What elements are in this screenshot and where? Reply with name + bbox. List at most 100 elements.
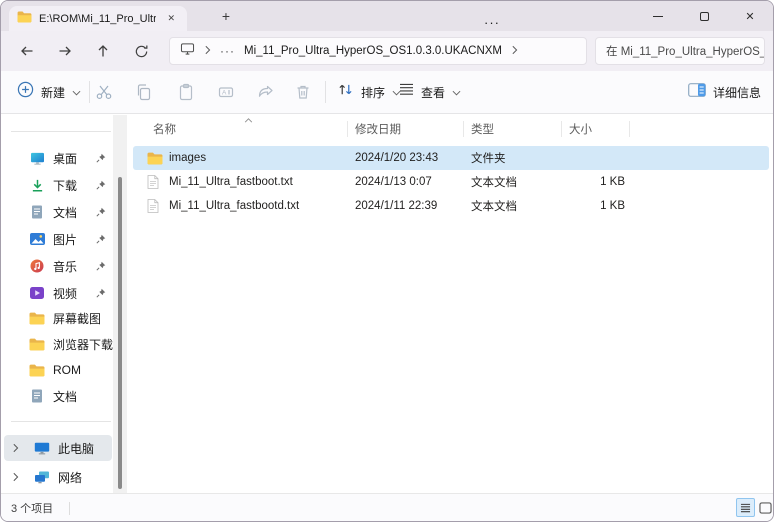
status-bar: 3 个项目 [1,493,773,522]
maximize-icon [700,12,709,21]
pin-icon [96,180,106,190]
file-type: 文件夹 [471,146,506,170]
chevron-right-icon[interactable] [12,472,26,482]
folder-icon [17,10,32,28]
file-type: 文本文档 [471,170,517,194]
view-label: 查看 [421,84,445,101]
chevron-right-icon[interactable] [511,42,518,60]
chevron-right-icon[interactable] [12,443,26,453]
network-icon [34,471,50,484]
chevron-down-icon [452,83,461,101]
sidebar-item-desktop[interactable]: 桌面 [4,145,112,171]
document-icon [29,205,45,219]
new-button[interactable]: 新建 [17,71,81,113]
file-name: Mi_11_Ultra_fastbootd.txt [169,194,299,218]
explorer-tab[interactable]: E:\ROM\Mi_11_Pro_Ultra_Hype ✕ [9,6,187,31]
plus-circle-icon [17,81,34,103]
details-view-icon [740,503,751,513]
thumbnail-view-toggle[interactable] [756,498,774,517]
details-view-toggle[interactable] [736,498,755,517]
file-row-fastboot-txt[interactable]: Mi_11_Ultra_fastboot.txt 2024/1/13 0:07 … [133,170,769,194]
details-label: 详细信息 [713,84,761,101]
column-divider[interactable] [463,121,464,137]
sidebar-divider [11,421,111,422]
paste-button[interactable] [171,77,201,107]
sidebar-scrollbar[interactable] [113,115,127,493]
details-pane-icon [688,83,706,102]
maximize-button[interactable] [681,1,727,31]
chevron-right-icon[interactable] [204,42,211,60]
folder-icon [147,146,163,170]
sidebar-item-network[interactable]: 网络 [4,464,112,490]
column-header-type[interactable]: 类型 [471,117,494,141]
sidebar-item-videos[interactable]: 视频 [4,280,112,306]
file-size: 1 KB [553,194,625,218]
back-button[interactable] [13,37,41,65]
copy-button[interactable] [129,77,159,107]
folder-icon [29,364,45,377]
rename-button[interactable]: A [211,77,241,107]
details-pane-toggle[interactable]: 详细信息 [688,71,761,113]
refresh-button[interactable] [127,37,155,65]
sidebar-item-rom[interactable]: ROM [4,357,112,383]
pin-icon [96,234,106,244]
forward-icon [57,43,73,59]
column-header-date[interactable]: 修改日期 [355,117,401,141]
share-icon [257,83,275,101]
view-button[interactable]: 查看 [399,71,461,113]
file-row-images[interactable]: images 2024/1/20 23:43 文件夹 [133,146,769,170]
pin-icon [96,207,106,217]
file-size [553,146,625,170]
file-date: 2024/1/11 22:39 [355,194,437,218]
file-date: 2024/1/20 23:43 [355,146,438,170]
item-count: 3 个项目 [11,494,53,522]
column-header-name[interactable]: 名称 [153,117,176,141]
file-name: Mi_11_Ultra_fastboot.txt [169,170,293,194]
up-icon [95,43,111,59]
cut-icon [95,83,113,101]
close-icon: ✕ [745,10,754,23]
copy-icon [135,83,153,101]
share-button[interactable] [251,77,281,107]
column-divider[interactable] [561,121,562,137]
cut-button[interactable] [89,77,119,107]
sidebar-item-music[interactable]: 音乐 [4,253,112,279]
sidebar-item-documents-2[interactable]: 文档 [4,383,112,409]
sidebar-item-pictures[interactable]: 图片 [4,226,112,252]
column-divider[interactable] [629,121,630,137]
file-name: images [169,146,206,170]
up-button[interactable] [89,37,117,65]
search-input[interactable] [596,38,765,64]
sidebar-item-this-pc[interactable]: 此电脑 [4,435,112,461]
sidebar-scrollbar-thumb[interactable] [118,177,122,489]
forward-button[interactable] [51,37,79,65]
address-bar[interactable]: ··· Mi_11_Pro_Ultra_HyperOS_OS1.0.3.0.UK… [169,37,587,65]
breadcrumb-overflow-button[interactable]: ··· [220,44,235,58]
titlebar: E:\ROM\Mi_11_Pro_Ultra_Hype ✕ + ✕ [1,1,773,31]
pin-icon [96,153,106,163]
tab-close-button[interactable]: ✕ [163,11,179,26]
delete-icon [294,83,312,101]
sidebar-item-screenshots[interactable]: 屏幕截图 [4,305,112,331]
music-icon [29,259,45,273]
pictures-icon [29,233,45,245]
sidebar-item-downloads[interactable]: 下载 [4,172,112,198]
more-options-button[interactable]: ··· [477,7,507,37]
file-type: 文本文档 [471,194,517,218]
text-file-icon [147,170,159,194]
sidebar-item-documents[interactable]: 文档 [4,199,112,225]
delete-button[interactable] [288,77,318,107]
column-header-size[interactable]: 大小 [569,117,592,141]
file-date: 2024/1/13 0:07 [355,170,432,194]
column-divider[interactable] [347,121,348,137]
close-button[interactable]: ✕ [727,1,773,31]
sidebar-item-browser-downloads[interactable]: 浏览器下载 [4,331,112,357]
minimize-button[interactable] [635,1,681,31]
new-tab-button[interactable]: + [215,5,237,27]
sort-button[interactable]: 排序 [337,71,401,113]
file-row-fastbootd-txt[interactable]: Mi_11_Ultra_fastbootd.txt 2024/1/11 22:3… [133,194,769,218]
breadcrumb-segment[interactable]: Mi_11_Pro_Ultra_HyperOS_OS1.0.3.0.UKACNX… [244,45,502,57]
folder-icon [29,338,45,351]
status-divider [69,502,70,515]
svg-text:A: A [222,90,227,97]
